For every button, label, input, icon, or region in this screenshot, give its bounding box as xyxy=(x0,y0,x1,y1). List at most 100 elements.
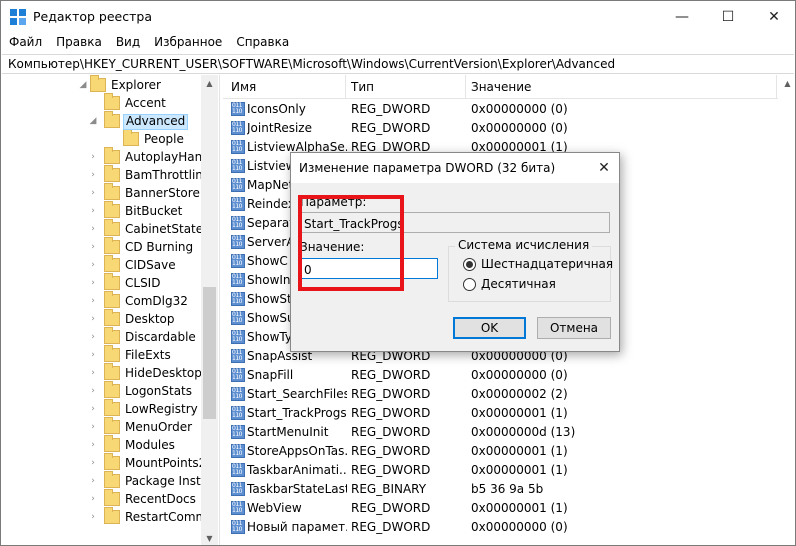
value-type: REG_BINARY xyxy=(351,482,427,496)
collapsed-arrow-icon[interactable]: › xyxy=(88,457,98,469)
tree-item[interactable]: › LogonStats xyxy=(2,381,200,401)
scroll-up-icon[interactable]: ▲ xyxy=(779,75,795,92)
tree-item-label: MountPoints2 xyxy=(125,456,207,470)
dword-value-icon xyxy=(231,387,245,401)
column-name[interactable]: Имя xyxy=(231,80,256,94)
value-data: 0x00000000 (0) xyxy=(471,368,568,382)
value-row[interactable]: IconsOnly REG_DWORD 0x00000000 (0) xyxy=(223,100,778,119)
scroll-up-icon[interactable]: ▲ xyxy=(201,75,218,92)
folder-icon xyxy=(104,147,120,164)
tree-item[interactable]: People xyxy=(2,129,200,149)
collapsed-arrow-icon[interactable]: › xyxy=(88,259,98,271)
maximize-button[interactable]: ☐ xyxy=(705,1,751,32)
tree-item-label: CD Burning xyxy=(125,240,194,254)
collapsed-arrow-icon[interactable]: › xyxy=(88,277,98,289)
folder-icon xyxy=(104,93,120,110)
value-row[interactable]: SnapFill REG_DWORD 0x00000000 (0) xyxy=(223,366,778,385)
tree-item[interactable]: › CD Burning xyxy=(2,237,200,257)
tree-item[interactable]: › BamThrottling xyxy=(2,165,211,185)
tree-item[interactable]: › HideDesktopIc xyxy=(2,363,212,383)
number-base-title: Система исчисления xyxy=(455,238,593,252)
tree-item[interactable]: › Desktop xyxy=(2,309,200,329)
registry-editor-icon xyxy=(10,9,26,25)
value-row[interactable]: JointResize REG_DWORD 0x00000000 (0) xyxy=(223,119,778,138)
tree-item[interactable]: › MountPoints2 xyxy=(2,453,206,473)
tree-item-label: BitBucket xyxy=(125,204,183,218)
menu-help[interactable]: Справка xyxy=(228,32,295,53)
collapsed-arrow-icon[interactable]: › xyxy=(88,241,98,253)
tree-item[interactable]: › BannerStore xyxy=(2,183,200,203)
scroll-down-icon[interactable]: ▼ xyxy=(201,530,218,545)
menu-file[interactable]: Файл xyxy=(1,32,48,53)
collapsed-arrow-icon[interactable]: › xyxy=(88,475,98,487)
column-data[interactable]: Значение xyxy=(471,80,531,94)
radio-decimal[interactable]: Десятичная xyxy=(463,277,623,293)
menu-favorites[interactable]: Избранное xyxy=(146,32,228,53)
menu-view[interactable]: Вид xyxy=(108,32,146,53)
address-bar[interactable]: Компьютер\HKEY_CURRENT_USER\SOFTWARE\Mic… xyxy=(2,54,794,74)
value-name: Start_SearchFiles xyxy=(247,387,347,401)
value-row[interactable]: TaskbarAnimati... REG_DWORD 0x00000001 (1) xyxy=(223,461,778,480)
close-button[interactable]: ✕ xyxy=(751,1,795,32)
collapsed-arrow-icon[interactable]: › xyxy=(88,511,98,523)
tree-item[interactable]: ◢ Explorer xyxy=(2,75,200,95)
scrollbar-thumb[interactable] xyxy=(203,287,216,419)
minimize-button[interactable]: — xyxy=(659,1,705,32)
value-row[interactable]: Start_TrackProgs REG_DWORD 0x00000001 (1) xyxy=(223,404,778,423)
folder-icon xyxy=(104,417,120,434)
tree-item[interactable]: › CabinetState xyxy=(2,219,203,239)
value-row[interactable]: Новый парамет... REG_DWORD 0x00000000 (0) xyxy=(223,518,778,537)
tree-item[interactable]: Accent xyxy=(2,93,200,113)
collapsed-arrow-icon[interactable]: › xyxy=(88,295,98,307)
tree-item[interactable]: › Discardable xyxy=(2,327,200,347)
value-row[interactable]: StoreAppsOnTas... REG_DWORD 0x00000001 (1) xyxy=(223,442,778,461)
ok-button[interactable]: OK xyxy=(453,317,526,339)
tree-item[interactable]: › AutoplayHand xyxy=(2,147,210,167)
collapsed-arrow-icon[interactable]: › xyxy=(88,169,98,181)
collapsed-arrow-icon[interactable]: › xyxy=(88,439,98,451)
collapsed-arrow-icon[interactable]: › xyxy=(88,349,98,361)
collapsed-arrow-icon[interactable]: › xyxy=(88,223,98,235)
value-type: REG_DWORD xyxy=(351,463,431,477)
value-row[interactable]: WebView REG_DWORD 0x00000001 (1) xyxy=(223,499,778,518)
tree-item[interactable]: ◢ Advanced xyxy=(2,111,200,131)
tree-item[interactable]: › LowRegistry xyxy=(2,399,200,419)
collapsed-arrow-icon[interactable]: › xyxy=(88,385,98,397)
value-name: JointResize xyxy=(247,121,312,135)
tree-item[interactable]: › ComDlg32 xyxy=(2,291,200,311)
value-type: REG_DWORD xyxy=(351,520,431,534)
tree-scrollbar[interactable]: ▲ ▼ xyxy=(201,75,218,545)
collapsed-arrow-icon[interactable]: › xyxy=(88,367,98,379)
collapsed-arrow-icon[interactable]: › xyxy=(88,151,98,163)
tree-item[interactable]: › Modules xyxy=(2,435,200,455)
value-row[interactable]: Start_SearchFiles REG_DWORD 0x00000002 (2) xyxy=(223,385,778,404)
tree-item[interactable]: › CLSID xyxy=(2,273,200,293)
collapsed-arrow-icon[interactable]: › xyxy=(88,187,98,199)
tree-item[interactable]: › FileExts xyxy=(2,345,200,365)
menu-edit[interactable]: Правка xyxy=(48,32,108,53)
folder-icon xyxy=(104,111,120,128)
value-row[interactable]: StartMenuInit REG_DWORD 0x0000000d (13) xyxy=(223,423,778,442)
tree-item[interactable]: › MenuOrder xyxy=(2,417,200,437)
collapsed-arrow-icon[interactable]: › xyxy=(88,205,98,217)
tree-item[interactable]: › RecentDocs xyxy=(2,489,200,509)
radio-hexadecimal[interactable]: Шестнадцатеричная xyxy=(463,257,623,273)
tree-item[interactable]: › BitBucket xyxy=(2,201,200,221)
collapsed-arrow-icon[interactable]: › xyxy=(88,493,98,505)
dialog-close-icon[interactable]: ✕ xyxy=(589,153,619,183)
collapsed-arrow-icon[interactable]: › xyxy=(88,313,98,325)
expanded-arrow-icon[interactable]: ◢ xyxy=(88,115,98,127)
cancel-button[interactable]: Отмена xyxy=(537,317,611,339)
collapsed-arrow-icon[interactable]: › xyxy=(88,331,98,343)
values-scrollbar[interactable]: ▲ xyxy=(779,75,795,545)
value-row[interactable]: TaskbarStateLast... REG_BINARY b5 36 9a 5b xyxy=(223,480,778,499)
tree-item[interactable]: › Package Instal xyxy=(2,471,211,491)
tree-item[interactable]: › CIDSave xyxy=(2,255,200,275)
column-type[interactable]: Тип xyxy=(351,80,374,94)
expanded-arrow-icon[interactable]: ◢ xyxy=(78,79,88,91)
tree-item[interactable]: › RestartComm xyxy=(2,507,207,527)
collapsed-arrow-icon[interactable]: › xyxy=(88,421,98,433)
value-data: 0x00000001 (1) xyxy=(471,463,568,477)
collapsed-arrow-icon[interactable]: › xyxy=(88,403,98,415)
tree-item-label: MenuOrder xyxy=(125,420,193,434)
